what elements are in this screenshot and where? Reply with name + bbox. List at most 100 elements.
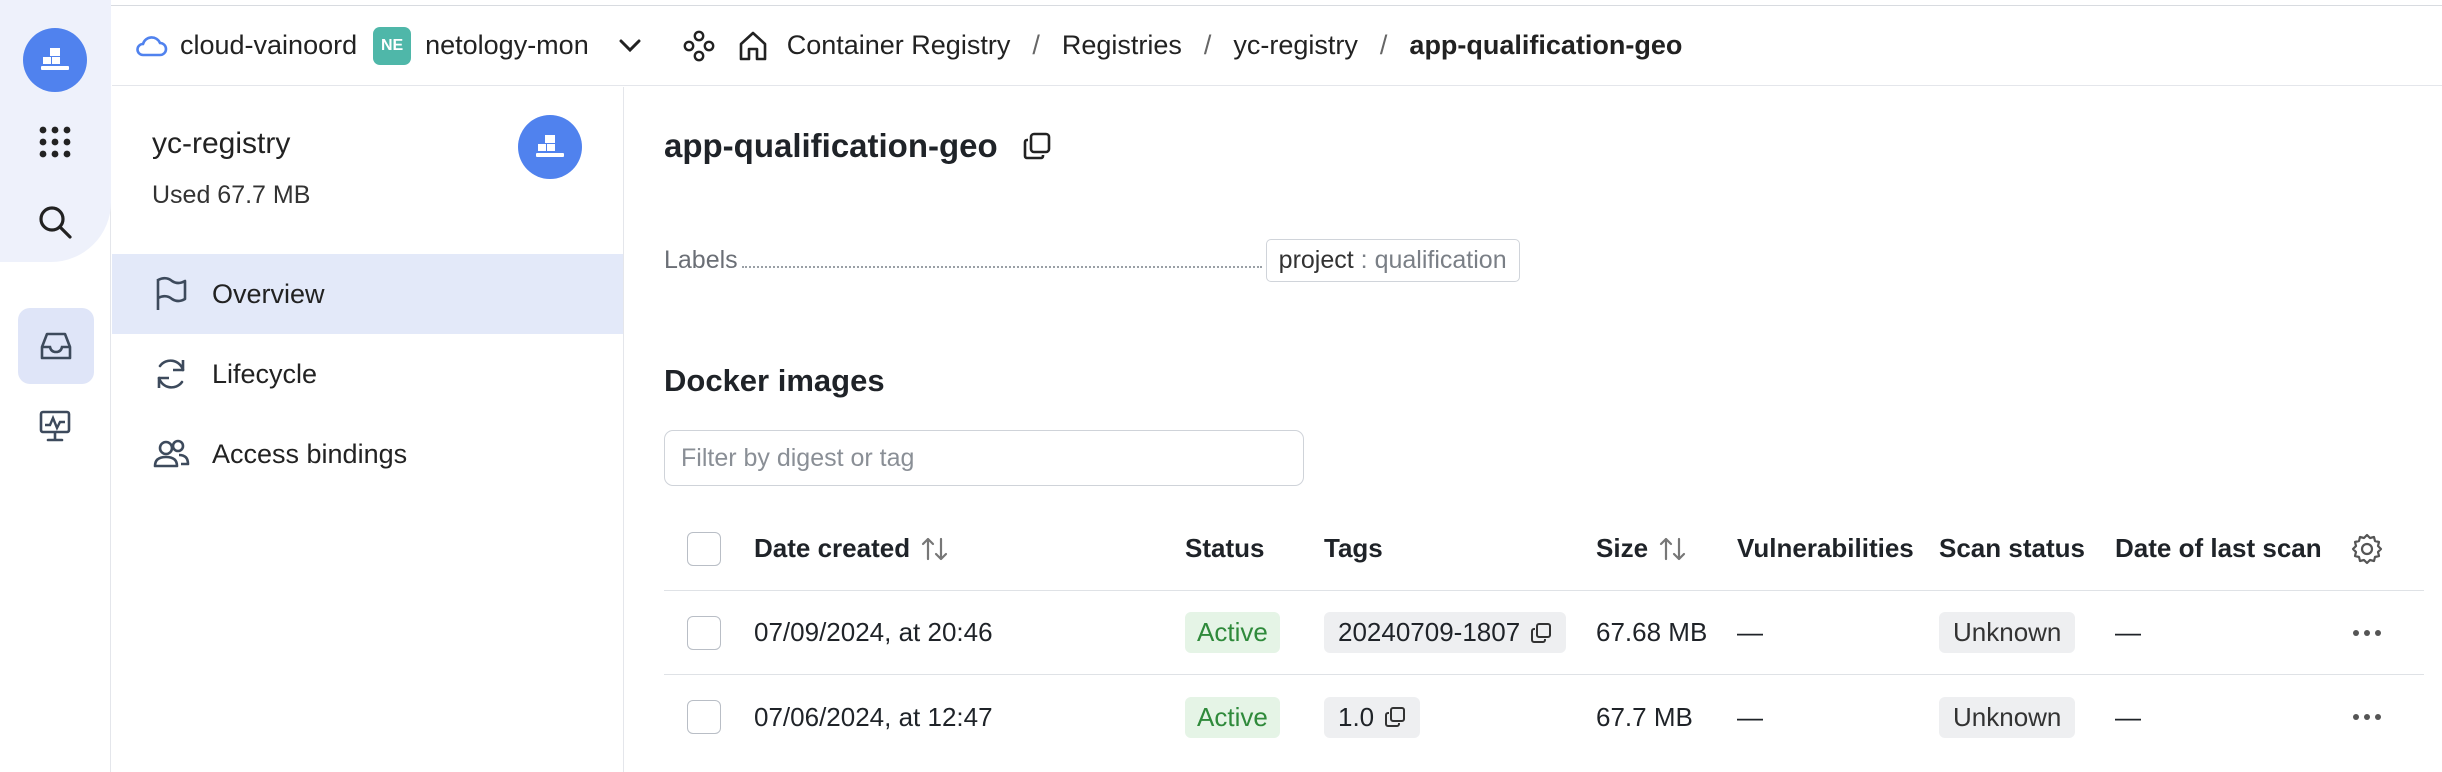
scan-status-badge: Unknown	[1939, 612, 2076, 653]
table-row[interactable]: 07/06/2024, at 12:47 Active 1.0 67.7 MB …	[664, 675, 2424, 759]
table-settings-button[interactable]	[2350, 507, 2384, 590]
services-icon[interactable]	[683, 30, 715, 62]
column-label: Tags	[1324, 533, 1383, 563]
column-label: Status	[1185, 533, 1265, 563]
breadcrumb-yc-registry[interactable]: yc-registry	[1233, 30, 1358, 61]
labels-leader-dots	[741, 254, 1262, 268]
column-status: Status	[1185, 507, 1264, 590]
column-label: Date of last scan	[2115, 533, 2322, 563]
docker-images-table: Date created Status Tags Size Vulnerabil…	[664, 507, 2424, 759]
more-icon	[2347, 714, 2387, 720]
monitoring-icon[interactable]	[23, 394, 87, 458]
column-vulnerabilities: Vulnerabilities	[1737, 507, 1914, 590]
container-registry-icon	[41, 48, 69, 70]
column-label: Size	[1596, 533, 1649, 563]
breadcrumb-separator: /	[1203, 30, 1212, 60]
gear-icon	[2351, 533, 2383, 564]
flag-icon	[156, 276, 187, 310]
copy-icon[interactable]	[1384, 706, 1406, 728]
date-created-cell: 07/06/2024, at 12:47	[754, 701, 993, 732]
row-checkbox[interactable]	[687, 700, 721, 734]
breadcrumb-container-registry[interactable]: Container Registry	[787, 30, 1011, 61]
column-scan-status: Scan status	[1939, 507, 2085, 590]
breadcrumb: Container Registry / Registries / yc-reg…	[787, 30, 1683, 61]
section-title: Docker images	[664, 363, 885, 398]
status-cell: Active	[1185, 675, 1280, 759]
grid-icon	[39, 126, 71, 158]
scan-status-cell: Unknown	[1939, 675, 2076, 759]
sidebar-item-label: Lifecycle	[212, 358, 318, 389]
tag-label: 20240709-1807	[1338, 617, 1521, 647]
registry-usage: Used 67.7 MB	[152, 181, 311, 209]
date-created-cell: 07/09/2024, at 20:46	[754, 617, 993, 647]
row-select-cell	[687, 675, 721, 759]
users-icon	[153, 439, 190, 468]
row-actions-button[interactable]	[2347, 675, 2387, 759]
inbox-icon[interactable]	[18, 308, 94, 384]
apps-grid-icon[interactable]	[23, 110, 87, 174]
copy-icon[interactable]	[1530, 622, 1552, 644]
row-checkbox[interactable]	[687, 615, 721, 650]
sort-icon	[921, 537, 948, 560]
row-actions-button[interactable]	[2347, 591, 2387, 674]
column-tags: Tags	[1324, 507, 1383, 590]
table-row[interactable]: 07/09/2024, at 20:46 Active 20240709-180…	[664, 591, 2424, 675]
breadcrumb-separator: /	[1032, 30, 1040, 60]
page-header: app-qualification-geo	[664, 127, 1052, 165]
left-rail	[0, 0, 111, 772]
cloud-selector[interactable]: cloud-vainoord	[134, 30, 357, 61]
labels-row: Labels project : qualification	[664, 239, 1564, 282]
registry-name: yc-registry	[152, 127, 291, 160]
row-select-cell	[687, 591, 721, 674]
more-icon	[2347, 629, 2387, 636]
filter-input[interactable]	[664, 430, 1304, 486]
label-separator: :	[1360, 246, 1368, 274]
top-bar: cloud-vainoord NE netology-mon Container…	[112, 6, 2442, 86]
label-key: project	[1278, 246, 1354, 274]
cloud-icon	[136, 35, 168, 56]
status-badge: Active	[1185, 612, 1280, 653]
tags-cell: 20240709-1807	[1324, 591, 1567, 674]
size-cell: 67.68 MB	[1596, 617, 1708, 647]
column-date-created[interactable]: Date created	[754, 507, 950, 590]
label-value: qualification	[1374, 246, 1507, 274]
breadcrumb-current: app-qualification-geo	[1409, 30, 1683, 60]
column-date-last-scan: Date of last scan	[2115, 507, 2322, 590]
chevron-down-icon[interactable]	[619, 39, 641, 53]
select-all-checkbox[interactable]	[687, 531, 721, 566]
last-scan-cell: —	[2115, 701, 2141, 732]
sidebar-nav: Overview Lifecycle Access bindings	[112, 254, 623, 494]
tags-cell: 1.0	[1324, 675, 1421, 759]
sidebar-item-label: Access bindings	[212, 438, 408, 469]
select-all-cell	[687, 507, 721, 590]
cloud-name: cloud-vainoord	[180, 30, 358, 60]
sidebar-item-access-bindings[interactable]: Access bindings	[112, 414, 623, 494]
labels-caption: Labels	[664, 246, 738, 274]
search-icon[interactable]	[23, 190, 87, 254]
refresh-icon	[157, 359, 185, 389]
breadcrumb-separator: /	[1379, 30, 1388, 60]
status-badge: Active	[1185, 696, 1280, 738]
column-size[interactable]: Size	[1596, 507, 1688, 590]
container-registry-logo[interactable]	[23, 28, 87, 92]
tag-chip: 20240709-1807	[1324, 612, 1567, 653]
label-chip: project : qualification	[1265, 239, 1520, 282]
size-cell: 67.7 MB	[1596, 701, 1693, 732]
registry-avatar	[518, 115, 582, 179]
vulnerabilities-cell: —	[1737, 617, 1763, 647]
table-header: Date created Status Tags Size Vulnerabil…	[664, 507, 2424, 591]
status-cell: Active	[1185, 591, 1280, 674]
home-icon[interactable]	[737, 30, 769, 62]
registry-sidebar: yc-registry Used 67.7 MB Overview Lifecy…	[112, 87, 624, 772]
folder-name[interactable]: netology-mon	[425, 30, 589, 61]
column-label: Date created	[754, 533, 911, 563]
breadcrumb-registries[interactable]: Registries	[1062, 30, 1182, 61]
copy-icon[interactable]	[1022, 131, 1052, 161]
sidebar-item-lifecycle[interactable]: Lifecycle	[112, 334, 623, 414]
sort-icon	[1659, 537, 1686, 560]
container-registry-icon	[536, 135, 564, 157]
sidebar-item-overview[interactable]: Overview	[112, 254, 623, 334]
sidebar-item-label: Overview	[212, 278, 325, 309]
last-scan-cell: —	[2115, 617, 2141, 647]
folder-avatar: NE	[373, 26, 412, 65]
